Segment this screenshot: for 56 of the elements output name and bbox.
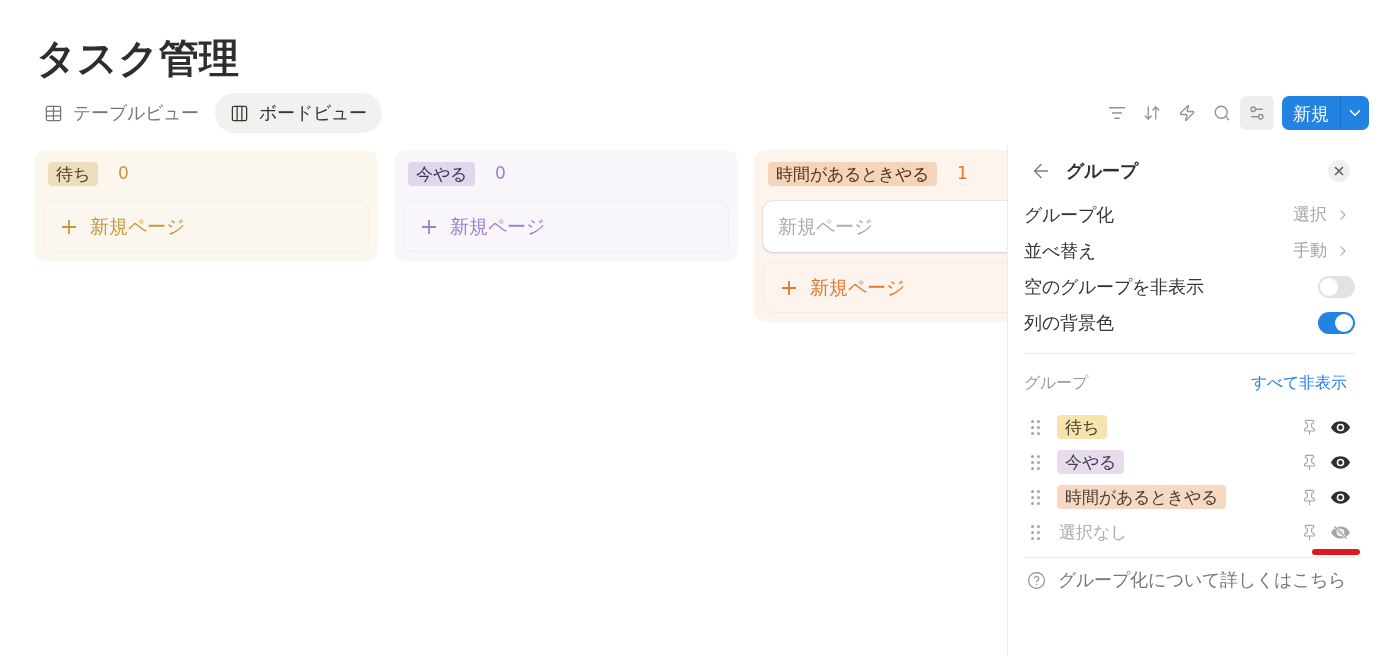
- setting-label: 並べ替え: [1024, 239, 1096, 263]
- status-tag: 待ち: [48, 162, 98, 186]
- eye-icon[interactable]: [1331, 456, 1350, 469]
- table-icon: [44, 103, 63, 123]
- page-card[interactable]: 新規ページ: [763, 201, 1007, 252]
- section-heading: グループ: [1024, 373, 1088, 395]
- view-tab[interactable]: ボードビュー: [215, 93, 382, 133]
- sort-icon: [1143, 104, 1161, 122]
- drag-handle-icon[interactable]: [1031, 490, 1040, 505]
- plus-icon: [422, 219, 436, 234]
- setting-value[interactable]: 手動: [1293, 238, 1327, 264]
- help-link[interactable]: グループ化について詳しくはこちら: [1058, 566, 1346, 594]
- pin-icon[interactable]: [1301, 419, 1318, 436]
- lightning-icon: [1178, 104, 1196, 122]
- setting-label: グループ化: [1024, 203, 1114, 227]
- pin-icon[interactable]: [1301, 489, 1318, 506]
- close-button[interactable]: [1328, 160, 1350, 182]
- close-icon: [1332, 164, 1346, 178]
- pin-icon[interactable]: [1301, 524, 1318, 541]
- setting-label: 列の背景色: [1024, 311, 1114, 335]
- search-icon: [1213, 104, 1231, 122]
- pin-icon[interactable]: [1301, 454, 1318, 471]
- card-count: 0: [118, 162, 129, 186]
- card-title-placeholder: 新規ページ: [778, 214, 873, 239]
- columns-icon: [230, 103, 249, 123]
- page-title: タスク管理: [36, 34, 239, 82]
- toggle-switch[interactable]: [1318, 312, 1355, 334]
- group-label: 選択なし: [1058, 521, 1127, 542]
- new-page-button[interactable]: 新規ページ: [43, 201, 369, 252]
- help-icon: [1027, 570, 1046, 590]
- drag-handle-icon[interactable]: [1031, 455, 1040, 470]
- panel-title: グループ: [1066, 159, 1138, 183]
- eye-icon[interactable]: [1331, 491, 1350, 504]
- card-count: 1: [957, 162, 968, 186]
- filter-icon: [1108, 104, 1126, 122]
- drag-handle-icon[interactable]: [1031, 525, 1040, 540]
- setting-label: 空のグループを非表示: [1024, 275, 1204, 299]
- status-tag: 待ち: [1057, 415, 1107, 440]
- new-page-button[interactable]: 新規ページ: [403, 201, 729, 252]
- setting-value[interactable]: 選択: [1293, 202, 1327, 228]
- hide-all-link[interactable]: すべて非表示: [1251, 372, 1347, 396]
- view-tab[interactable]: テーブルビュー: [29, 93, 214, 133]
- new-button[interactable]: 新規: [1282, 96, 1340, 130]
- sliders-icon: [1248, 104, 1266, 122]
- status-tag: 今やる: [408, 162, 475, 186]
- status-tag: 今やる: [1057, 450, 1124, 475]
- eye-icon[interactable]: [1331, 421, 1350, 434]
- toggle-switch[interactable]: [1318, 276, 1355, 298]
- status-tag: 時間があるときやる: [768, 162, 937, 186]
- card-count: 0: [495, 162, 506, 186]
- settings-button[interactable]: [1240, 96, 1274, 130]
- plus-icon: [62, 219, 76, 234]
- eye-slash-icon[interactable]: [1331, 525, 1350, 540]
- drag-handle-icon[interactable]: [1031, 420, 1040, 435]
- plus-icon: [782, 280, 796, 295]
- status-tag: 時間があるときやる: [1057, 485, 1226, 510]
